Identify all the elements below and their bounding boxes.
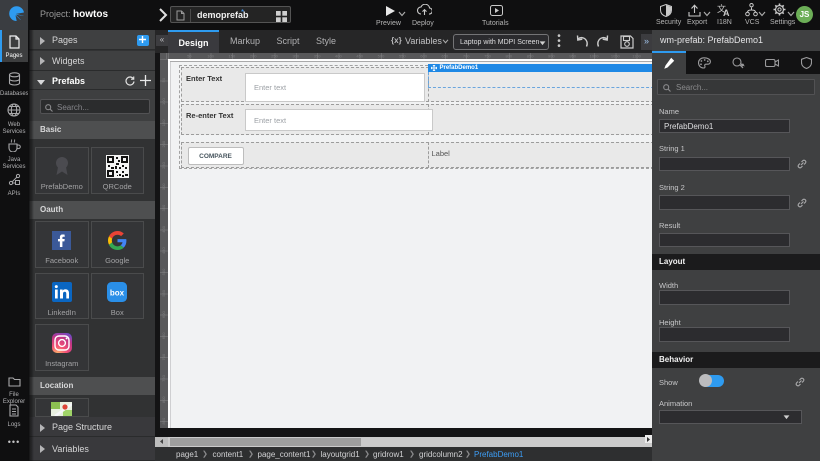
svg-text:500: 500 [161,267,166,274]
svg-text:100: 100 [161,97,166,104]
svg-text:750: 750 [161,374,166,381]
svg-text:A: A [723,8,730,17]
svg-text:300: 300 [161,182,166,189]
svg-text:box: box [110,288,125,297]
svg-text:600: 600 [161,310,166,317]
svg-text:850: 850 [161,416,166,423]
svg-text:50: 50 [161,77,166,82]
svg-text:400: 400 [161,225,166,232]
svg-text:800: 800 [161,395,166,402]
svg-text:150: 150 [161,118,166,125]
svg-text:650: 650 [161,331,166,338]
svg-text:200: 200 [161,140,166,147]
svg-text:450: 450 [161,246,166,253]
svg-text:700: 700 [161,353,166,360]
svg-text:250: 250 [161,161,166,168]
svg-text:350: 350 [161,203,166,210]
svg-text:550: 550 [161,289,166,296]
